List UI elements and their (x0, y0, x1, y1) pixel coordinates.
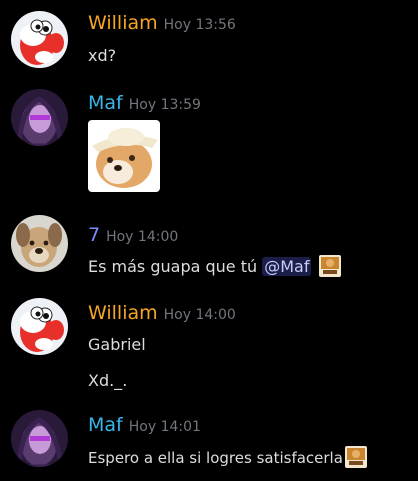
username[interactable]: Maf (88, 92, 123, 114)
message-text: Xd._. (88, 371, 128, 390)
message-text-line: Es más guapa que tú @Maf (88, 255, 341, 277)
dog-avatar-icon[interactable] (11, 215, 68, 272)
timestamp: Hoy 14:01 (128, 419, 201, 435)
maf-avatar-icon[interactable] (11, 410, 68, 467)
custom-sticker-emoji (318, 255, 341, 277)
username[interactable]: William (88, 302, 158, 324)
user-mention[interactable]: @Maf (262, 257, 312, 276)
message-text: Gabriel (88, 335, 146, 354)
maf-avatar-icon[interactable] (11, 89, 68, 146)
username[interactable]: William (88, 12, 158, 34)
doge-cowboy-hat-image[interactable] (88, 120, 160, 192)
timestamp: Hoy 13:59 (128, 97, 201, 113)
yoshi-avatar-icon[interactable] (11, 298, 68, 355)
message-text-line: Espero a ella si logres satisfacerla (88, 446, 367, 468)
message-text: Es más guapa que tú (88, 257, 258, 276)
message-text: Espero a ella si logres satisfacerla (88, 449, 343, 467)
custom-sticker-emoji (344, 446, 367, 468)
username[interactable]: 7 (88, 224, 100, 246)
message-text: xd? (88, 46, 117, 65)
timestamp: Hoy 13:56 (163, 17, 236, 33)
timestamp: Hoy 14:00 (106, 229, 179, 245)
yoshi-avatar-icon[interactable] (11, 11, 68, 68)
chat-messages: William Hoy 13:56 xd? Maf Hoy 13:59 7 Ho… (0, 0, 418, 481)
username[interactable]: Maf (88, 414, 123, 436)
timestamp: Hoy 14:00 (163, 307, 236, 323)
